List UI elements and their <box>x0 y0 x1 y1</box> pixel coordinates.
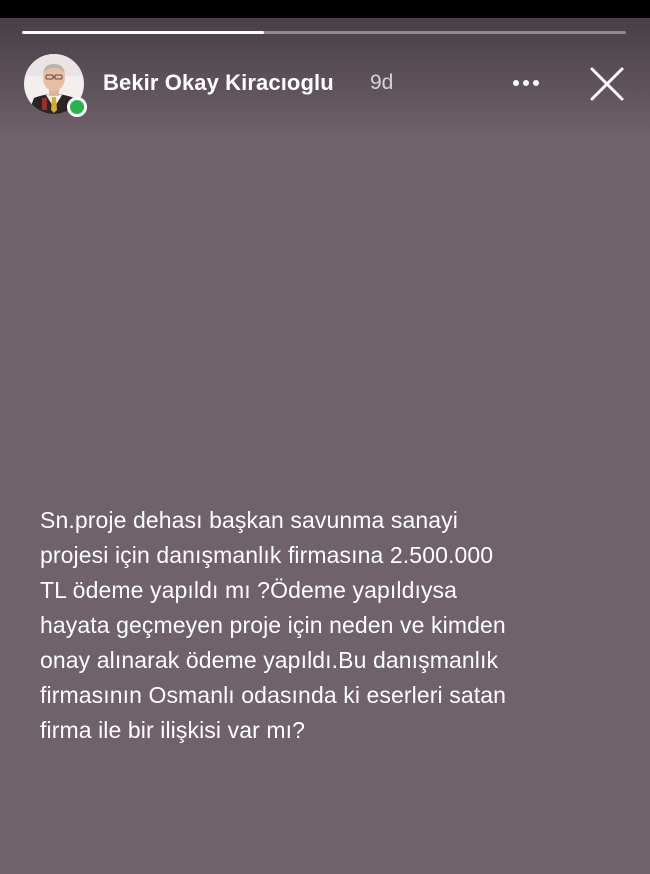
story-progress-fill <box>22 31 264 34</box>
more-dot <box>533 80 539 86</box>
story-progress-bar <box>22 31 626 34</box>
more-options-button[interactable] <box>504 67 548 99</box>
close-button[interactable] <box>589 66 625 102</box>
online-status-indicator <box>67 97 87 117</box>
status-bar <box>0 0 650 18</box>
more-dot <box>523 80 529 86</box>
author-name[interactable]: Bekir Okay Kiracıoglu <box>103 70 334 96</box>
story-timestamp: 9d <box>370 71 394 94</box>
close-icon <box>590 67 624 101</box>
story-text: Sn.proje dehası başkan savunma sanayi pr… <box>40 507 506 743</box>
avatar[interactable] <box>24 54 87 117</box>
more-horizontal-icon <box>513 80 519 86</box>
